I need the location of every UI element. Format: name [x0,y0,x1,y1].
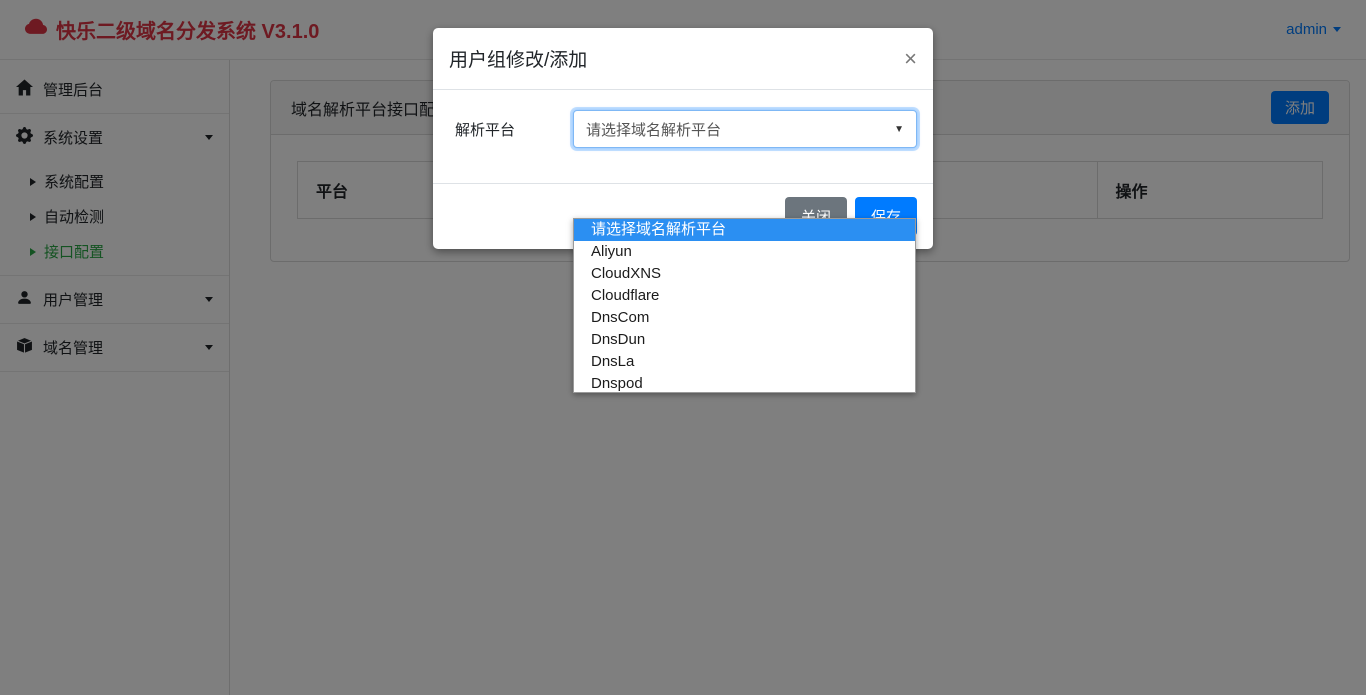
field-label: 解析平台 [455,119,573,140]
dropdown-option[interactable]: DnsDun [574,329,915,351]
dropdown-option[interactable]: DnsLa [574,351,915,373]
platform-select[interactable]: 请选择域名解析平台 ▼ [573,110,917,148]
modal-header: 用户组修改/添加 × [433,28,933,90]
modal-title: 用户组修改/添加 [449,45,587,72]
dropdown-option[interactable]: Cloudflare [574,285,915,307]
platform-select-dropdown: 请选择域名解析平台 Aliyun CloudXNS Cloudflare Dns… [573,218,916,393]
user-group-modal: 用户组修改/添加 × 解析平台 请选择域名解析平台 ▼ 关闭 保存 [433,28,933,249]
dropdown-option[interactable]: Aliyun [574,241,915,263]
modal-body: 解析平台 请选择域名解析平台 ▼ [433,90,933,183]
selected-value: 请选择域名解析平台 [586,119,721,140]
select-caret-icon: ▼ [894,124,904,135]
close-icon[interactable]: × [904,48,917,70]
dropdown-option[interactable]: Dnspod [574,373,915,393]
dropdown-option[interactable]: 请选择域名解析平台 [574,219,915,241]
dropdown-option[interactable]: DnsCom [574,307,915,329]
dropdown-option[interactable]: CloudXNS [574,263,915,285]
